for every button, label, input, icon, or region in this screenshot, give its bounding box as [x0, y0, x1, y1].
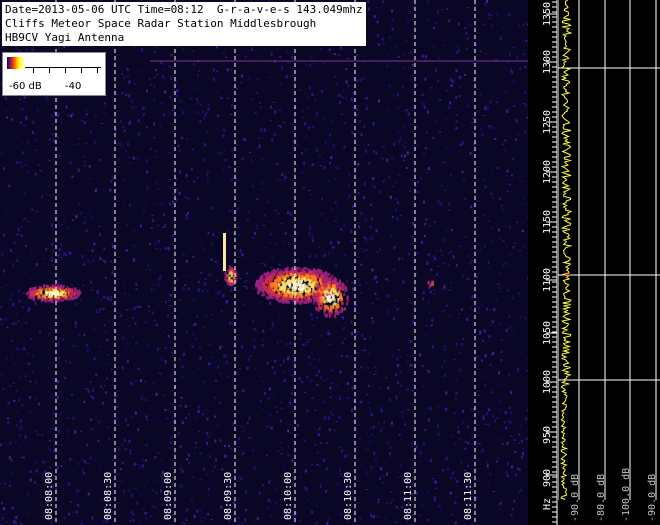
time-tick-label: 08:09:00 [163, 472, 174, 520]
antenna-line: HB9CV Yagi Antenna [5, 31, 125, 44]
color-gradient-bar [7, 57, 25, 69]
time-tick-label: 08:10:00 [283, 472, 294, 520]
date-time-frequency-line: Date=2013-05-06 UTC Time=08:12 G-r-a-v-e… [5, 3, 363, 16]
psd-tick-label: -80.0 dB [596, 474, 607, 522]
psd-tick-label: -90.0 dB [570, 474, 581, 522]
station-name-line: Cliffs Meteor Space Radar Station Middle… [5, 17, 317, 30]
frequency-tick-label: 1000 [542, 370, 553, 394]
peak-marker: + [564, 270, 570, 281]
time-tick-label: 08:09:30 [223, 472, 234, 520]
frequency-axis: 1350 1300 1250 1200 1150 1100 1050 1000 950 900 Hz [528, 0, 558, 525]
frequency-tick-label: 1350 [542, 2, 553, 26]
time-tick-label: 08:10:30 [343, 472, 354, 520]
psd-tick-label: -90.0 dB [647, 474, 658, 522]
frequency-tick-label: 1250 [542, 110, 553, 134]
legend-high-label: -40 [65, 81, 82, 92]
frequency-tick-label: 900 [542, 469, 553, 487]
legend-low-label: -60 dB [9, 81, 42, 92]
time-tick-label: 08:08:30 [103, 472, 114, 520]
frequency-tick-label: 1050 [542, 321, 553, 345]
frequency-tick-label: 1100 [542, 268, 553, 292]
legend-tick-marks [25, 67, 101, 74]
frequency-tick-label: 950 [542, 426, 553, 444]
psd-tick-label: -100.0 dB [621, 468, 632, 522]
station-info-box: Date=2013-05-06 UTC Time=08:12 G-r-a-v-e… [2, 2, 366, 46]
frequency-unit-label: Hz [542, 498, 553, 510]
color-scale-legend: -60 dB -40 [2, 52, 106, 96]
frequency-tick-label: 1300 [542, 50, 553, 74]
time-tick-label: 08:08:00 [44, 472, 55, 520]
time-tick-label: 08:11:30 [463, 472, 474, 520]
time-tick-label: 08:11:00 [403, 472, 414, 520]
vertical-echo-streak [223, 233, 226, 271]
interference-line [150, 60, 528, 62]
power-spectrum-panel: + -90.0 dB -80.0 dB -100.0 dB -90.0 dB [558, 0, 660, 525]
frequency-tick-label: 1150 [542, 210, 553, 234]
frequency-tick-label: 1200 [542, 160, 553, 184]
